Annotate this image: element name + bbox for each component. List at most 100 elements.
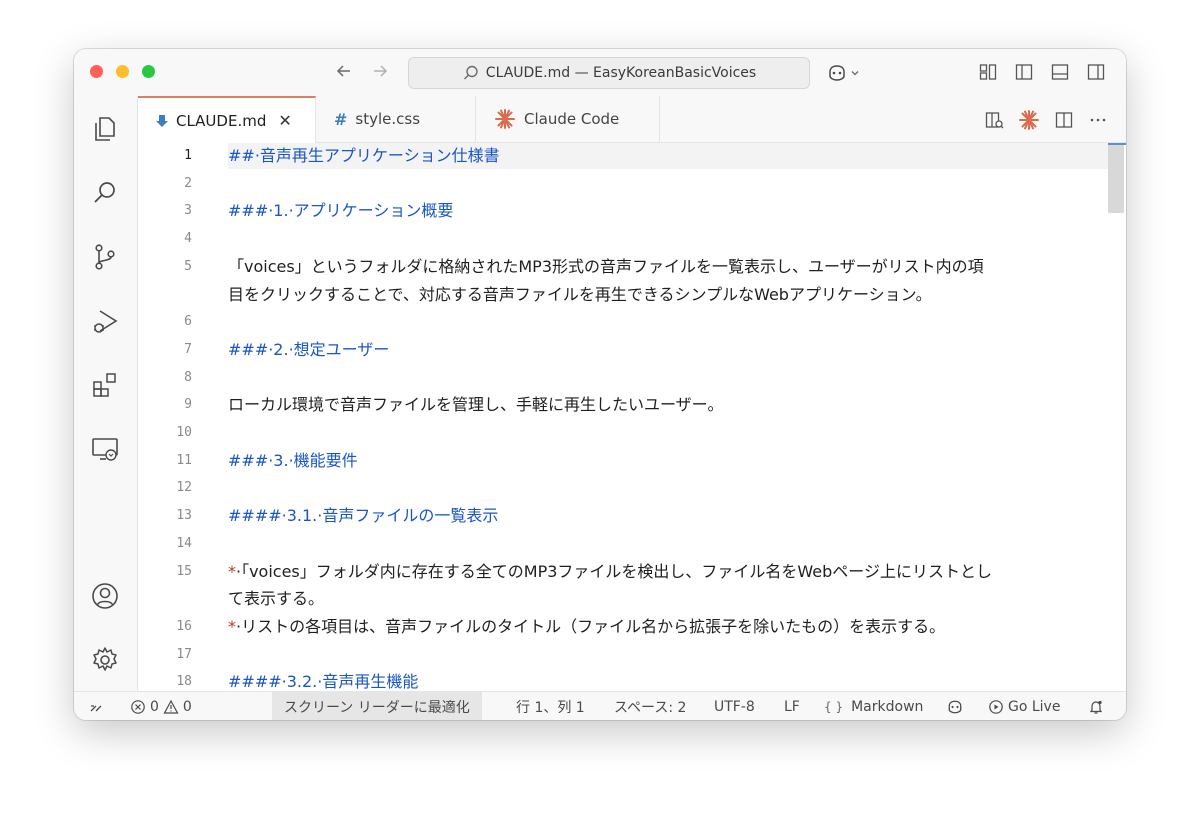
copilot-status-button[interactable] — [946, 692, 964, 720]
line-number: 5 — [184, 259, 192, 274]
title-bar: CLAUDE.md — EasyKoreanBasicVoices — [74, 49, 1126, 97]
tab-label: style.css — [355, 110, 421, 128]
files-icon — [95, 117, 115, 141]
end-of-line-button[interactable]: LF — [784, 692, 800, 720]
explorer-button[interactable] — [90, 114, 120, 144]
search-icon — [463, 65, 478, 80]
error-count: 0 — [150, 698, 159, 715]
accounts-button[interactable] — [90, 581, 120, 611]
hash-icon: # — [334, 109, 348, 129]
line-number: 13 — [176, 508, 192, 523]
markdown-heading-line: ####·3.2.·音声再生機能 — [228, 672, 419, 691]
line-number: 4 — [184, 231, 192, 246]
claude-sparkle-icon — [495, 109, 515, 129]
warning-icon — [163, 699, 179, 714]
search-icon — [94, 182, 115, 203]
extensions-button[interactable] — [90, 370, 120, 400]
line-number: 16 — [176, 619, 192, 634]
chevron-down-icon — [851, 71, 859, 76]
code-editor[interactable]: 1 ##·音声再生アプリケーション仕様書 2 3 ###·1.·アプリケーション概要 4 5… — [138, 143, 1126, 691]
markdown-heading-line: ##·音声再生アプリケーション仕様書 — [228, 146, 500, 165]
code-line: 目をクリックすることで、対応する音声ファイルを再生できるシンプルなWebアプリケ… — [228, 285, 932, 304]
markdown-heading-line: ###·3.·機能要件 — [228, 451, 358, 470]
editor-tab-bar: CLAUDE.md ✕ # style.css Claude Code — [138, 96, 1126, 143]
line-number — [138, 585, 192, 613]
toggle-secondary-sidebar-icon[interactable] — [1086, 62, 1106, 82]
markdown-heading-line: ###·2.·想定ユーザー — [228, 340, 390, 359]
tab-label: CLAUDE.md — [176, 111, 267, 130]
problems-button[interactable]: 0 0 — [130, 692, 192, 720]
close-window-button[interactable] — [90, 65, 103, 78]
status-bar: 0 0 スクリーン リーダーに最適化 行 1、列 1 スペース: 2 UTF-8… — [74, 691, 1126, 720]
line-number: 6 — [184, 314, 192, 329]
account-icon — [92, 583, 118, 609]
search-view-button[interactable] — [90, 178, 120, 208]
window-title: CLAUDE.md — EasyKoreanBasicVoices — [485, 65, 757, 81]
remote-explorer-button[interactable] — [90, 434, 120, 464]
code-line: 「voices」というフォルダに格納されたMP3形式の音声ファイルを一覧表示し、… — [228, 257, 984, 276]
indentation-button[interactable]: スペース: 2 — [614, 692, 686, 720]
code-line: ローカル環境で音声ファイルを管理し、手軽に再生したいユーザー。 — [228, 395, 724, 414]
line-number: 1 — [184, 148, 192, 163]
more-actions-icon[interactable] — [1088, 110, 1108, 130]
customize-layout-icon[interactable] — [978, 62, 998, 82]
close-tab-icon[interactable]: ✕ — [278, 111, 291, 130]
run-and-debug-button[interactable] — [90, 306, 120, 336]
markdown-heading-line: ####·3.1.·音声ファイルの一覧表示 — [228, 506, 499, 525]
markdown-bullet-line: *·「voices」フォルダ内に存在する全てのMP3ファイルを検出し、ファイル名… — [228, 562, 992, 581]
markdown-heading-line: ###·1.·アプリケーション概要 — [228, 201, 454, 220]
minimize-window-button[interactable] — [116, 65, 129, 78]
code-line: て表示する。 — [228, 589, 325, 608]
line-number: 8 — [184, 370, 192, 385]
manage-settings-button[interactable] — [90, 645, 120, 675]
open-preview-icon[interactable] — [984, 110, 1004, 130]
remote-indicator-button[interactable] — [88, 692, 104, 720]
remote-explorer-icon — [92, 438, 118, 461]
line-number: 3 — [184, 203, 192, 218]
line-number: 17 — [176, 647, 192, 662]
cursor-position-button[interactable]: 行 1、列 1 — [516, 692, 585, 720]
line-number — [138, 281, 192, 309]
zoom-window-button[interactable] — [142, 65, 155, 78]
split-editor-icon[interactable] — [1054, 110, 1074, 130]
back-arrow-icon[interactable] — [334, 61, 354, 86]
line-number: 14 — [176, 536, 192, 551]
line-number: 10 — [176, 425, 192, 440]
extensions-icon — [93, 373, 116, 397]
line-number: 12 — [176, 480, 192, 495]
braces-icon: { } — [824, 699, 844, 714]
encoding-button[interactable]: UTF-8 — [714, 692, 755, 720]
notifications-button[interactable] — [1088, 692, 1104, 720]
copilot-menu-button[interactable] — [826, 63, 860, 83]
markdown-arrow-icon — [156, 114, 168, 127]
screen-reader-mode-button[interactable]: スクリーン リーダーに最適化 — [272, 692, 482, 720]
vertical-scrollbar[interactable] — [1108, 143, 1126, 691]
language-mode-button[interactable]: { } Markdown — [824, 692, 923, 720]
markdown-bullet-line: *·リストの各項目は、音声ファイルのタイトル（ファイル名から拡張子を除いたもの）… — [228, 617, 946, 636]
editor-window: CLAUDE.md — EasyKoreanBasicVoices CLAUDE… — [74, 49, 1126, 720]
run-debug-icon — [94, 310, 118, 333]
copilot-icon — [829, 65, 845, 81]
source-control-button[interactable] — [90, 242, 120, 272]
toggle-primary-sidebar-icon[interactable] — [1014, 62, 1034, 82]
gear-icon — [93, 647, 117, 671]
line-number: 15 — [176, 564, 192, 579]
tab-label: Claude Code — [524, 110, 620, 128]
go-live-button[interactable]: Go Live — [988, 692, 1060, 720]
tab-claude-code[interactable]: Claude Code — [476, 96, 660, 142]
copilot-icon — [948, 700, 962, 713]
error-icon — [131, 699, 145, 714]
forward-arrow-icon[interactable] — [370, 61, 390, 86]
toggle-panel-icon[interactable] — [1050, 62, 1070, 82]
activity-bar — [74, 96, 138, 691]
bell-icon — [1089, 700, 1103, 714]
tab-claude-md[interactable]: CLAUDE.md ✕ — [138, 96, 316, 143]
claude-sparkle-icon[interactable] — [1018, 109, 1040, 131]
warning-count: 0 — [182, 698, 192, 715]
line-number: 2 — [184, 176, 192, 191]
scroll-thumb[interactable] — [1108, 145, 1124, 213]
tab-style-css[interactable]: # style.css — [316, 96, 476, 142]
command-center-search[interactable]: CLAUDE.md — EasyKoreanBasicVoices — [408, 57, 810, 89]
source-control-icon — [95, 244, 115, 270]
line-number: 7 — [184, 342, 192, 357]
